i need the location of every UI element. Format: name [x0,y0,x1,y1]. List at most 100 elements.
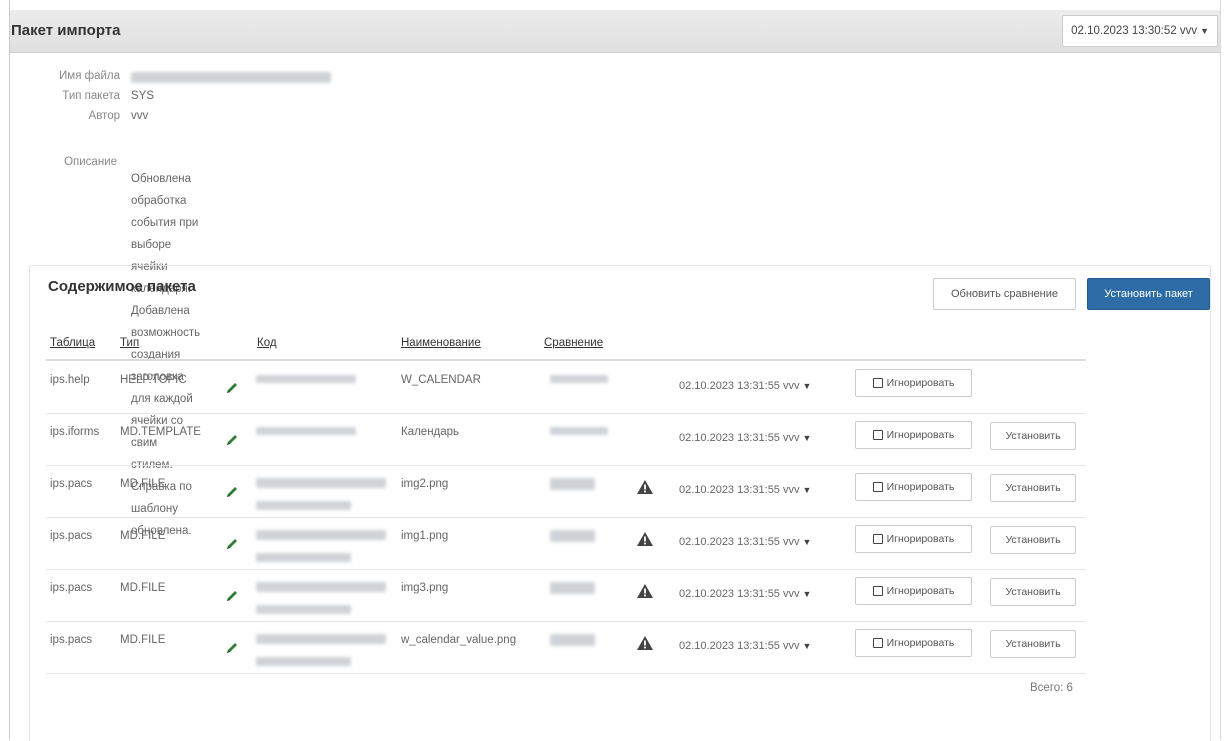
warning-triangle-icon [637,584,653,598]
update-comparison-button[interactable]: Обновить сравнение [933,278,1076,310]
cell-name: img2.png [401,478,449,490]
ignore-label: Игнорировать [886,429,955,441]
cell-code-blurred [256,582,386,617]
pencil-icon[interactable] [224,536,240,552]
install-label: Установить [1005,534,1061,546]
right-border [1220,0,1221,740]
install-item-button[interactable]: Установить [990,578,1076,606]
install-item-button[interactable]: Установить [990,422,1076,450]
install-item-button[interactable]: Установить [990,630,1076,658]
pencil-icon[interactable] [224,432,240,448]
version-date-select[interactable]: 02.10.2023 13:31:55 vvv ▼ [679,588,811,600]
column-header-code[interactable]: Код [257,337,277,349]
version-date-value: 02.10.2023 13:31:55 vvv [679,380,800,392]
cell-code-blurred [256,426,356,438]
cell-table: ips.pacs [50,634,93,646]
cell-comparison-blurred [550,478,595,493]
install-label: Установить [1005,638,1061,650]
cell-type: HELP.TOPIC [120,374,187,386]
caret-down-icon: ▼ [802,537,812,547]
cell-code-blurred [256,478,386,513]
ignore-label: Игнорировать [886,585,955,597]
ignore-label: Игнорировать [886,377,955,389]
warning-triangle-icon [637,480,653,494]
version-date-select[interactable]: 02.10.2023 13:31:55 vvv ▼ [679,536,811,548]
total-count: Всего: 6 [1030,682,1073,694]
caret-down-icon: ▼ [1200,26,1209,36]
ignore-button[interactable]: Игнорировать [855,525,972,553]
version-date-select[interactable]: 02.10.2023 13:31:55 vvv ▼ [679,484,811,496]
pencil-icon[interactable] [224,484,240,500]
cell-name: img1.png [401,530,449,542]
type-label: Тип пакета [62,90,120,102]
column-header-name[interactable]: Наименование [401,337,481,349]
ignore-label: Игнорировать [886,481,955,493]
cell-comparison-blurred [550,634,595,649]
ignore-label: Игнорировать [886,533,955,545]
ignore-button[interactable]: Игнорировать [855,473,972,501]
caret-down-icon: ▼ [802,641,812,651]
install-label: Установить [1005,430,1061,442]
checkbox-icon [872,638,883,648]
warning-triangle-icon [637,532,653,546]
ignore-button[interactable]: Игнорировать [855,369,972,397]
cell-comparison-blurred [550,374,608,386]
cell-type: MD.FILE [120,530,166,542]
caret-down-icon: ▼ [802,433,812,443]
install-label: Установить [1005,482,1061,494]
caret-down-icon: ▼ [802,485,812,495]
column-header-comparison[interactable]: Сравнение [544,337,603,349]
description-label: Описание [64,156,117,168]
page-title: Пакет импорта [11,22,121,39]
column-header-type[interactable]: Тип [120,337,139,349]
install-package-button[interactable]: Установить пакет [1087,278,1210,310]
filename-label: Имя файла [59,70,120,82]
cell-table: ips.pacs [50,582,93,594]
cell-type: MD.FILE [120,582,166,594]
pencil-icon[interactable] [224,380,240,396]
version-select[interactable]: 02.10.2023 13:30:52 vvv ▼ [1062,15,1218,47]
version-date-value: 02.10.2023 13:31:55 vvv [679,640,800,652]
caret-down-icon: ▼ [802,381,812,391]
caret-down-icon: ▼ [802,589,812,599]
checkbox-icon [872,534,883,544]
checkbox-icon [872,378,883,388]
page-header: Пакет импорта 02.10.2023 13:30:52 vvv ▼ [10,10,1220,53]
filename-value-blurred [131,70,331,86]
version-date-value: 02.10.2023 13:31:55 vvv [679,588,800,600]
cell-code-blurred [256,530,386,565]
ignore-label: Игнорировать [886,637,955,649]
cell-table: ips.help [50,374,90,386]
cell-code-blurred [256,634,386,669]
author-value: vvv [131,110,149,122]
ignore-button[interactable]: Игнорировать [855,629,972,657]
checkbox-icon [872,482,883,492]
checkbox-icon [872,586,883,596]
author-label: Автор [88,110,120,122]
cell-type: MD.TEMPLATE [120,426,201,438]
cell-table: ips.iforms [50,426,100,438]
cell-type: MD.FILE [120,634,166,646]
version-select-value: 02.10.2023 13:30:52 vvv [1071,25,1198,37]
pencil-icon[interactable] [224,588,240,604]
type-value: SYS [131,90,155,102]
cell-name: img3.png [401,582,449,594]
cell-name: w_calendar_value.png [401,634,517,646]
cell-type: MD.FILE [120,478,166,490]
version-date-select[interactable]: 02.10.2023 13:31:55 vvv ▼ [679,640,811,652]
checkbox-icon [872,430,883,440]
install-item-button[interactable]: Установить [990,474,1076,502]
version-date-value: 02.10.2023 13:31:55 vvv [679,536,800,548]
version-date-select[interactable]: 02.10.2023 13:31:55 vvv ▼ [679,432,811,444]
version-date-select[interactable]: 02.10.2023 13:31:55 vvv ▼ [679,380,811,392]
version-date-value: 02.10.2023 13:31:55 vvv [679,432,800,444]
cell-comparison-blurred [550,426,608,438]
ignore-button[interactable]: Игнорировать [855,577,972,605]
panel-title: Содержимое пакета [48,278,196,295]
cell-code-blurred [256,374,356,386]
pencil-icon[interactable] [224,640,240,656]
warning-triangle-icon [637,636,653,650]
column-header-table[interactable]: Таблица [50,337,95,349]
ignore-button[interactable]: Игнорировать [855,421,972,449]
install-item-button[interactable]: Установить [990,526,1076,554]
